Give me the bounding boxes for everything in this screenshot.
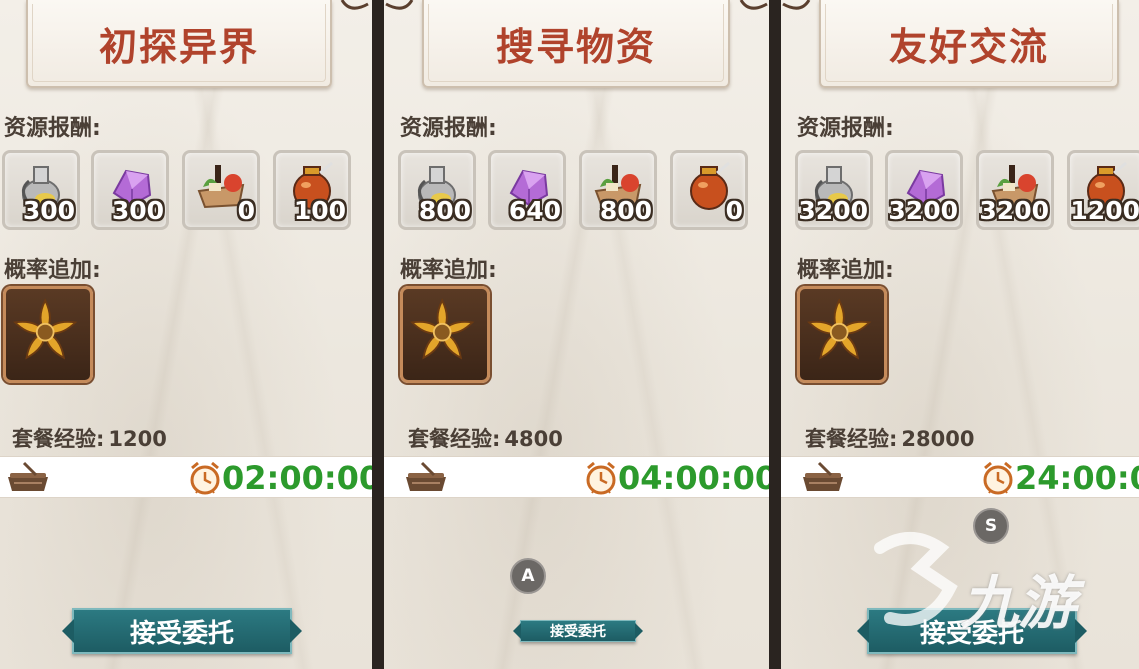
reward-slot-food[interactable]: 3200 — [976, 150, 1054, 230]
corner-ornament-icon — [385, 0, 414, 10]
duration-bar: 04:00:00 — [384, 456, 769, 498]
mission-title: 搜寻物资 — [495, 23, 656, 69]
reward-amount: 1200 — [1070, 196, 1139, 225]
reward-slot-potion[interactable]: 1200 — [1067, 150, 1139, 230]
commission-panel-2: 搜寻物资 资源报酬: 800 640 800 0 概率追加: 套餐经验: 480… — [384, 0, 769, 669]
reward-amount: 800 — [599, 196, 652, 225]
reward-slot-water[interactable]: 800 — [398, 150, 476, 230]
reward-slot-food[interactable]: 0 — [182, 150, 260, 230]
reward-label: 资源报酬: — [797, 116, 894, 141]
alarm-clock-icon — [983, 461, 1013, 495]
mission-title-card: 搜寻物资 — [422, 0, 730, 88]
reward-amount: 300 — [111, 196, 164, 225]
bonus-label: 概率追加: — [400, 258, 497, 283]
mission-title-card: 初探异界 — [26, 0, 332, 88]
reward-amount: 800 — [418, 196, 471, 225]
commission-panel-1: 初探异界 资源报酬: 300 300 0 100 概率追加: 套餐经验: 120… — [0, 0, 372, 669]
reward-slot-water[interactable]: 3200 — [795, 150, 873, 230]
duration-bar: 24:00:00 — [781, 456, 1139, 498]
exp-label: 套餐经验: — [805, 427, 898, 451]
exp-value: 1200 — [108, 427, 167, 451]
reward-amount: 0 — [237, 196, 255, 225]
mission-title-card: 友好交流 — [819, 0, 1119, 88]
reward-amount: 640 — [508, 196, 561, 225]
duration-timer: 04:00:00 — [618, 459, 769, 497]
mission-title: 友好交流 — [888, 23, 1049, 69]
package-exp: 套餐经验: 4800 — [408, 423, 563, 453]
cooking-pot-icon — [406, 461, 446, 491]
alarm-clock-icon — [586, 461, 616, 495]
exp-label: 套餐经验: — [12, 427, 105, 451]
exp-value: 4800 — [504, 427, 563, 451]
bonus-item-slot[interactable] — [400, 286, 490, 383]
cooking-pot-icon — [8, 461, 48, 491]
package-exp: 套餐经验: 28000 — [805, 423, 974, 453]
reward-slot-potion[interactable]: 100 — [273, 150, 351, 230]
mission-title: 初探异界 — [98, 23, 259, 69]
gold-flower-icon — [807, 298, 872, 360]
keyboard-hint-a: A — [510, 558, 546, 594]
cooking-pot-icon — [803, 461, 843, 491]
accept-commission-button[interactable]: 接受委托 — [62, 608, 302, 654]
reward-slot-crystal[interactable]: 3200 — [885, 150, 963, 230]
reward-amount: 0 — [725, 196, 743, 225]
reward-amount: 3200 — [888, 196, 958, 225]
bonus-item-slot[interactable] — [797, 286, 887, 383]
reward-label: 资源报酬: — [4, 116, 101, 141]
gold-flower-icon — [410, 298, 475, 360]
alarm-clock-icon — [190, 461, 220, 495]
exp-label: 套餐经验: — [408, 427, 501, 451]
reward-slot-water[interactable]: 300 — [2, 150, 80, 230]
duration-timer: 02:00:00 — [222, 459, 372, 497]
bonus-item-slot[interactable] — [3, 286, 93, 383]
reward-label: 资源报酬: — [400, 116, 497, 141]
panel-divider — [372, 0, 384, 669]
bonus-label: 概率追加: — [4, 258, 101, 283]
reward-slot-potion[interactable]: 0 — [670, 150, 748, 230]
reward-amount: 300 — [22, 196, 75, 225]
exp-value: 28000 — [901, 427, 975, 451]
corner-ornament-icon — [782, 0, 811, 10]
bonus-label: 概率追加: — [797, 258, 894, 283]
accept-button-label: 接受委托 — [129, 618, 234, 649]
reward-amount: 3200 — [798, 196, 868, 225]
duration-bar: 02:00:00 — [0, 456, 372, 498]
gold-flower-icon — [13, 298, 78, 360]
corner-ornament-icon — [739, 0, 768, 10]
reward-amount: 100 — [293, 196, 346, 225]
site-watermark: 九游 — [960, 569, 1077, 637]
corner-ornament-icon — [340, 0, 369, 10]
reward-slot-crystal[interactable]: 640 — [488, 150, 566, 230]
reward-slot-crystal[interactable]: 300 — [91, 150, 169, 230]
duration-timer: 24:00:00 — [1015, 459, 1139, 497]
accept-commission-button[interactable]: 接受委托 — [513, 620, 643, 642]
reward-slot-food[interactable]: 800 — [579, 150, 657, 230]
reward-amount: 3200 — [979, 196, 1049, 225]
package-exp: 套餐经验: 1200 — [12, 423, 167, 453]
panel-divider — [769, 0, 781, 669]
accept-button-label: 接受委托 — [550, 624, 606, 640]
